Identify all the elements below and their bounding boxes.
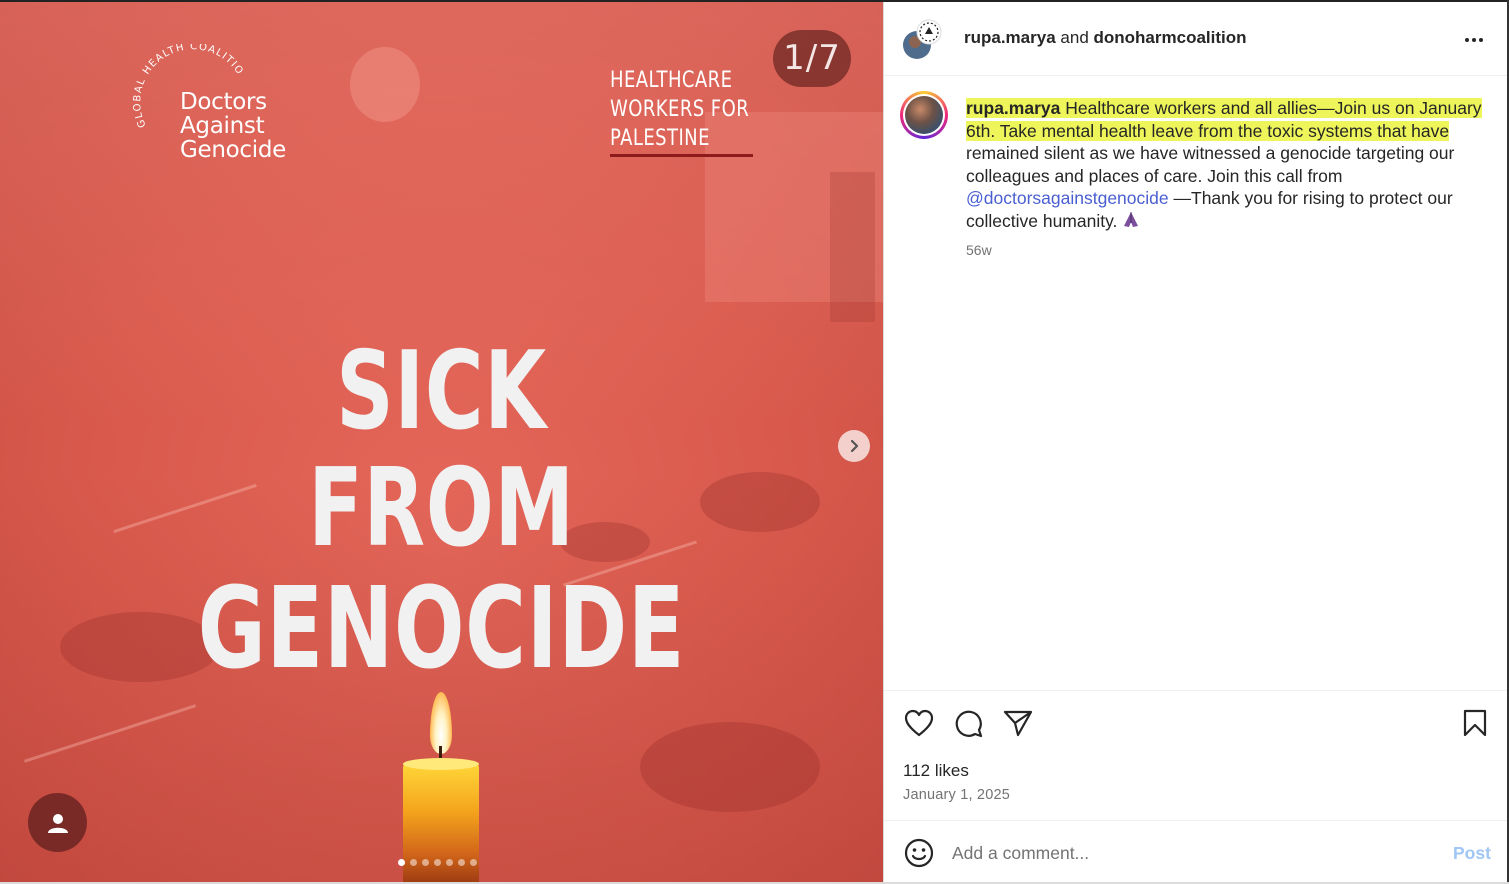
tagline-line: HEALTHCARE xyxy=(610,68,733,93)
headline-line-from: FROM xyxy=(308,446,575,571)
carousel-dot[interactable] xyxy=(470,859,477,866)
post-actions: 112 likes January 1, 2025 xyxy=(884,690,1509,820)
slide-counter: 1/7 xyxy=(773,30,851,87)
post-time-ago[interactable]: 56w xyxy=(966,242,992,258)
media-background-pillar xyxy=(830,172,875,322)
comment-button[interactable] xyxy=(953,707,985,739)
save-button[interactable] xyxy=(1459,707,1491,739)
headline-line-genocide: GENOCIDE xyxy=(197,564,686,694)
instagram-post-view: GLOBAL HEALTH COALITION Doctors Against … xyxy=(0,0,1509,884)
headline-line-sick: SICK xyxy=(336,329,547,454)
post-media[interactable]: GLOBAL HEALTH COALITION Doctors Against … xyxy=(0,2,883,882)
tagged-users-button[interactable] xyxy=(28,793,87,852)
media-shape xyxy=(640,722,820,812)
caption-username-link[interactable]: rupa.marya xyxy=(966,98,1060,118)
comment-input[interactable] xyxy=(952,840,1422,866)
tagline-line: PALESTINE xyxy=(610,126,710,151)
collaborator-username-link[interactable]: donoharmcoalition xyxy=(1094,28,1247,47)
like-button[interactable] xyxy=(903,707,935,739)
carousel-dots xyxy=(398,859,477,867)
caption-author-avatar[interactable] xyxy=(900,91,948,139)
author-joiner: and xyxy=(1060,28,1089,47)
next-slide-button[interactable] xyxy=(838,430,870,462)
user-icon xyxy=(47,813,68,833)
carousel-dot[interactable] xyxy=(410,859,417,866)
share-button[interactable] xyxy=(1002,707,1034,739)
comment-bar: Post xyxy=(884,820,1509,882)
carousel-dot[interactable] xyxy=(458,859,465,866)
tagline-underline xyxy=(610,154,753,157)
post-caption: rupa.marya Healthcare workers and all al… xyxy=(966,97,1486,232)
caption-mention-link[interactable]: @doctorsagainstgenocide xyxy=(966,188,1169,208)
more-dot xyxy=(1479,38,1483,42)
collab-avatars[interactable] xyxy=(901,18,943,60)
heart-icon xyxy=(904,709,934,737)
smiley-icon xyxy=(904,838,934,868)
post-author-line: rupa.marya and donoharmcoalition xyxy=(964,28,1247,48)
logo-line: Doctors xyxy=(180,89,267,115)
more-dot xyxy=(1465,38,1469,42)
post-side-panel: rupa.marya and donoharmcoalition rupa.ma… xyxy=(884,2,1509,882)
logo-line: Against xyxy=(180,113,265,139)
chevron-right-icon xyxy=(850,439,859,453)
carousel-dot[interactable] xyxy=(422,859,429,866)
carousel-dot[interactable] xyxy=(434,859,441,866)
author-username-link[interactable]: rupa.marya xyxy=(964,28,1056,47)
logo-line: Genocide xyxy=(180,137,287,163)
logo-wordmark: Doctors Against Genocide xyxy=(180,90,286,162)
post-header: rupa.marya and donoharmcoalition xyxy=(884,2,1509,76)
comment-icon xyxy=(955,710,983,738)
tagline-line: WORKERS FOR xyxy=(610,97,750,122)
more-dot xyxy=(1472,38,1476,42)
doctors-against-genocide-logo: GLOBAL HEALTH COALITION Doctors Against … xyxy=(132,44,302,174)
bookmark-icon xyxy=(1463,709,1487,737)
emoji-picker-button[interactable] xyxy=(903,837,935,869)
paper-plane-icon xyxy=(1003,710,1033,737)
carousel-dot[interactable] xyxy=(446,859,453,866)
media-shape xyxy=(350,47,420,122)
caption-text: remained silent as we have witnessed a g… xyxy=(966,143,1455,186)
carousel-dot[interactable] xyxy=(398,859,405,866)
praying-hands-icon xyxy=(1124,211,1139,227)
post-date[interactable]: January 1, 2025 xyxy=(903,787,1010,803)
more-options-button[interactable] xyxy=(1462,28,1486,52)
avatar-photo xyxy=(905,96,943,134)
likes-count[interactable]: 112 likes xyxy=(903,761,969,781)
avatar-ring-inner xyxy=(903,94,945,136)
post-comment-button[interactable]: Post xyxy=(1453,843,1491,864)
candle-top xyxy=(403,758,479,770)
healthcare-workers-tagline: HEALTHCARE WORKERS FOR PALESTINE xyxy=(610,66,749,153)
caption-highlight: rupa.marya Healthcare workers and all al… xyxy=(966,98,1482,141)
